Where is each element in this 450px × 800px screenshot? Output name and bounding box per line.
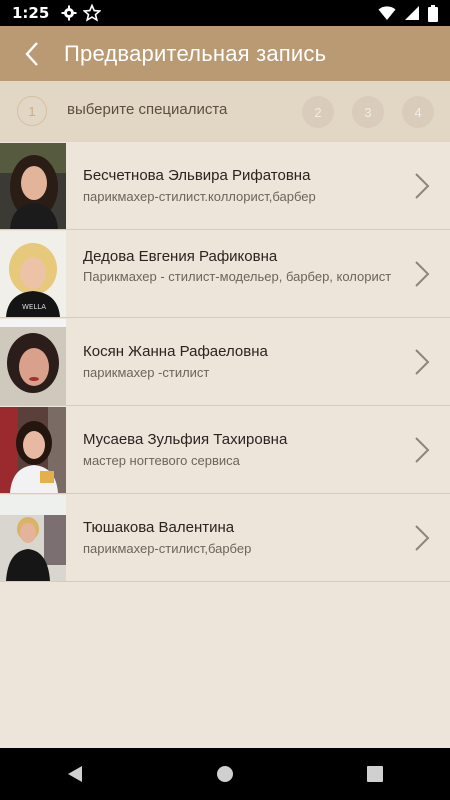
specialist-list: Бесчетнова Эльвира Рифатовна парикмахер-… — [0, 142, 450, 582]
app-bar: Предварительная запись — [0, 26, 450, 81]
specialist-name: Тюшакова Валентина — [83, 519, 235, 536]
specialist-row[interactable]: Тюшакова Валентина парикмахер-стилист,ба… — [0, 494, 450, 582]
settings-gear-icon — [61, 5, 77, 21]
system-nav-bar — [0, 748, 450, 800]
back-arrow-icon — [25, 41, 38, 66]
chevron-right-icon — [415, 173, 430, 199]
nav-back-icon[interactable] — [66, 765, 84, 783]
status-bar: 1:25 — [0, 0, 450, 26]
step-label: выберите специалиста — [67, 101, 228, 118]
specialist-role: мастер ногтевого сервиса — [83, 453, 240, 468]
specialist-role: парикмахер-стилист,барбер — [83, 541, 252, 556]
chevron-right-icon — [415, 261, 430, 287]
battery-icon — [428, 4, 438, 22]
specialist-role: парикмахер-стилист.коллорист,барбер — [83, 189, 316, 204]
chevron-right-icon — [415, 437, 430, 463]
back-button[interactable] — [0, 26, 64, 81]
status-time: 1:25 — [12, 4, 50, 22]
step-4-indicator: 4 — [402, 96, 434, 128]
specialist-name: Дедова Евгения Рафиковна — [83, 248, 278, 265]
specialist-row[interactable]: Косян Жанна Рафаеловна парикмахер -стили… — [0, 318, 450, 406]
star-icon — [83, 4, 102, 22]
specialist-role: парикмахер -стилист — [83, 365, 210, 380]
nav-home-icon[interactable] — [216, 765, 234, 783]
specialist-role: Парикмахер - стилист-модельер, барбер, к… — [83, 269, 392, 284]
avatar — [0, 143, 66, 229]
specialist-name: Мусаева Зульфия Тахировна — [83, 431, 288, 448]
specialist-name: Бесчетнова Эльвира Рифатовна — [83, 167, 311, 184]
avatar — [0, 407, 66, 493]
specialist-name: Косян Жанна Рафаеловна — [83, 343, 268, 360]
avatar — [0, 495, 66, 581]
step-1-indicator: 1 — [17, 96, 47, 126]
svg-text:WELLA: WELLA — [22, 303, 46, 311]
chevron-right-icon — [415, 349, 430, 375]
chevron-right-icon — [415, 525, 430, 551]
step-3-indicator: 3 — [352, 96, 384, 128]
nav-recents-icon[interactable] — [366, 765, 384, 783]
avatar: WELLA — [0, 231, 66, 317]
step-2-indicator: 2 — [302, 96, 334, 128]
specialist-row[interactable]: Бесчетнова Эльвира Рифатовна парикмахер-… — [0, 142, 450, 230]
wifi-icon — [378, 6, 396, 20]
page-title: Предварительная запись — [64, 40, 327, 66]
specialist-row[interactable]: WELLA Дедова Евгения Рафиковна Парикмахе… — [0, 230, 450, 318]
signal-icon — [405, 6, 419, 20]
avatar — [0, 319, 66, 405]
specialist-row[interactable]: Мусаева Зульфия Тахировна мастер ногтево… — [0, 406, 450, 494]
